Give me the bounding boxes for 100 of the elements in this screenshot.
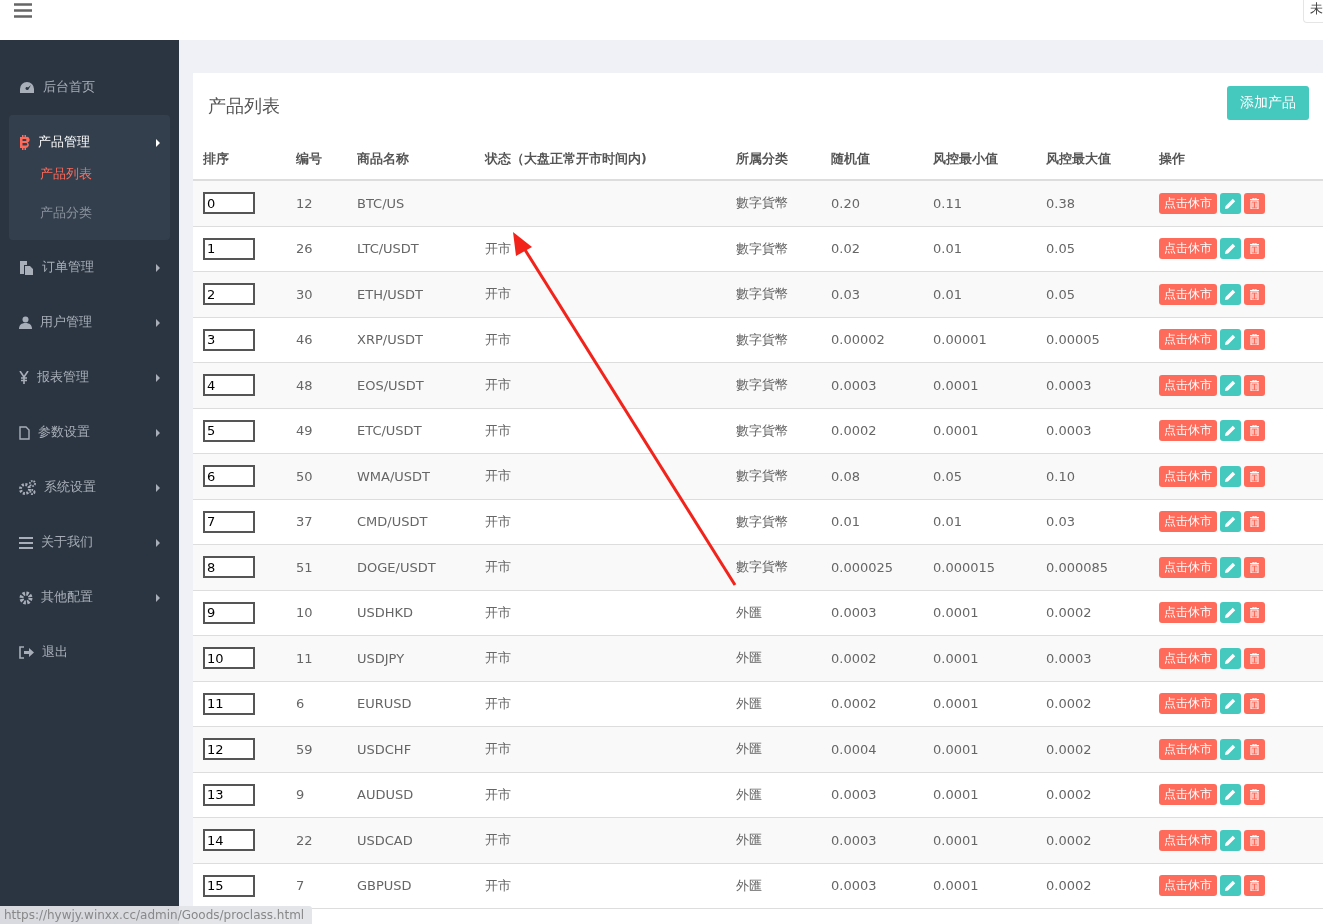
sidebar-item[interactable]: 退出 <box>9 625 170 680</box>
edit-button[interactable] <box>1220 875 1241 897</box>
sort-input[interactable]: 11 <box>203 692 255 715</box>
sidebar-item[interactable]: 用户管理 <box>9 295 170 350</box>
sidebar-subitem[interactable]: 产品分类 <box>9 197 170 236</box>
edit-button[interactable] <box>1220 784 1241 806</box>
sidebar-subitem[interactable]: 产品列表 <box>9 158 170 197</box>
pencil-icon <box>1225 197 1236 209</box>
menu-icon[interactable] <box>14 3 32 18</box>
edit-button[interactable] <box>1220 511 1241 533</box>
table-cell-text: 0.00001 <box>932 332 987 348</box>
table-cell-text: 59 <box>295 741 313 757</box>
sidebar-item[interactable]: 订单管理 <box>9 240 170 295</box>
edit-button[interactable] <box>1220 192 1241 214</box>
table-cell-text: USDHKD <box>356 605 414 621</box>
table-cell-text: 外匯 <box>735 603 762 622</box>
edit-button[interactable] <box>1220 283 1241 305</box>
sort-input[interactable]: 6 <box>203 465 255 488</box>
sort-input[interactable]: 7 <box>203 510 255 533</box>
sort-input[interactable]: 13 <box>203 783 255 806</box>
trash-icon <box>1250 470 1259 482</box>
table-cell-text: WMA/USDT <box>356 468 431 484</box>
caret-icon <box>156 593 160 602</box>
table-cell-text: 开市 <box>484 421 511 440</box>
table-cell-text: 0.0002 <box>1045 878 1092 894</box>
edit-button[interactable] <box>1220 829 1241 851</box>
table-cell-text: 0.08 <box>830 468 860 484</box>
trash-icon <box>1250 880 1259 892</box>
sidebar-item[interactable]: 报表管理 <box>9 350 170 405</box>
status-url: https://hywjy.winxx.cc/admin/Goods/proclass.html <box>4 908 305 922</box>
edit-button[interactable] <box>1220 693 1241 715</box>
delete-button[interactable] <box>1244 602 1265 624</box>
caret-icon <box>156 538 160 547</box>
sort-input[interactable]: 9 <box>203 601 255 624</box>
delete-button[interactable] <box>1244 875 1265 897</box>
table-cell-text: 0.0002 <box>1045 787 1092 803</box>
sidebar-item[interactable]: 系统设置 <box>9 460 170 515</box>
user-menu[interactable]: 未 <box>1303 0 1323 23</box>
table-cell-text: LTC/USDT <box>356 241 419 257</box>
table-cell-text: 0.0002 <box>830 650 877 666</box>
delete-button[interactable] <box>1244 420 1265 442</box>
caret-icon <box>156 428 160 437</box>
delete-button[interactable] <box>1244 784 1265 806</box>
column-header: 商品名称 <box>356 150 409 168</box>
caret-icon <box>156 263 160 272</box>
edit-button[interactable] <box>1220 465 1241 487</box>
table-cell-text: 外匯 <box>735 649 762 668</box>
sort-input[interactable]: 4 <box>203 374 255 397</box>
table-cell-text: 开市 <box>484 330 511 349</box>
sort-input[interactable]: 5 <box>203 419 255 442</box>
edit-button[interactable] <box>1220 374 1241 396</box>
edit-button[interactable] <box>1220 602 1241 624</box>
pencil-icon <box>1225 516 1236 528</box>
sidebar-item[interactable]: 其他配置 <box>9 570 170 625</box>
delete-button[interactable] <box>1244 283 1265 305</box>
table-cell-text: 數字貨幣 <box>735 285 788 304</box>
sort-input[interactable]: 3 <box>203 328 255 351</box>
delete-button[interactable] <box>1244 693 1265 715</box>
trash-icon <box>1250 516 1259 528</box>
edit-button[interactable] <box>1220 556 1241 578</box>
sort-input[interactable]: 14 <box>203 829 255 852</box>
edit-button[interactable] <box>1220 738 1241 760</box>
delete-button[interactable] <box>1244 238 1265 260</box>
edit-button[interactable] <box>1220 420 1241 442</box>
sort-input[interactable]: 2 <box>203 283 255 306</box>
dashboard-icon <box>19 81 35 94</box>
trash-icon <box>1250 743 1259 755</box>
delete-button[interactable] <box>1244 647 1265 669</box>
delete-button[interactable] <box>1244 374 1265 396</box>
table-cell-text: 0.0003 <box>830 605 877 621</box>
delete-button[interactable] <box>1244 329 1265 351</box>
delete-button[interactable] <box>1244 738 1265 760</box>
table-cell-text: 數字貨幣 <box>735 558 788 577</box>
table-cell-text: 0.01 <box>932 514 962 530</box>
table-cell-text: 0.03 <box>1045 514 1075 530</box>
column-header: 随机值 <box>830 150 870 168</box>
delete-button[interactable] <box>1244 192 1265 214</box>
delete-button[interactable] <box>1244 829 1265 851</box>
sort-input[interactable]: 1 <box>203 237 255 260</box>
delete-button[interactable] <box>1244 556 1265 578</box>
sort-input[interactable]: 10 <box>203 647 255 670</box>
column-header: 状态（大盘正常开市时间内) <box>483 150 647 168</box>
sidebar-item[interactable]: 参数设置 <box>9 405 170 460</box>
caret-icon <box>156 483 160 492</box>
delete-button[interactable] <box>1244 511 1265 533</box>
table-cell-text: BTC/US <box>356 195 405 211</box>
pencil-icon <box>1225 425 1236 437</box>
sort-input[interactable]: 15 <box>203 874 255 897</box>
pencil-icon <box>1225 607 1236 619</box>
table-cell-text: 0.000085 <box>1045 559 1109 575</box>
edit-button[interactable] <box>1220 647 1241 669</box>
edit-button[interactable] <box>1220 329 1241 351</box>
sort-input[interactable]: 0 <box>203 192 255 215</box>
delete-button[interactable] <box>1244 465 1265 487</box>
edit-button[interactable] <box>1220 238 1241 260</box>
sort-input[interactable]: 12 <box>203 738 255 761</box>
column-header: 风控最大值 <box>1045 150 1111 168</box>
sidebar-item[interactable]: 后台首页 <box>9 60 170 115</box>
sidebar-item[interactable]: 关于我们 <box>9 515 170 570</box>
sort-input[interactable]: 8 <box>203 556 255 579</box>
